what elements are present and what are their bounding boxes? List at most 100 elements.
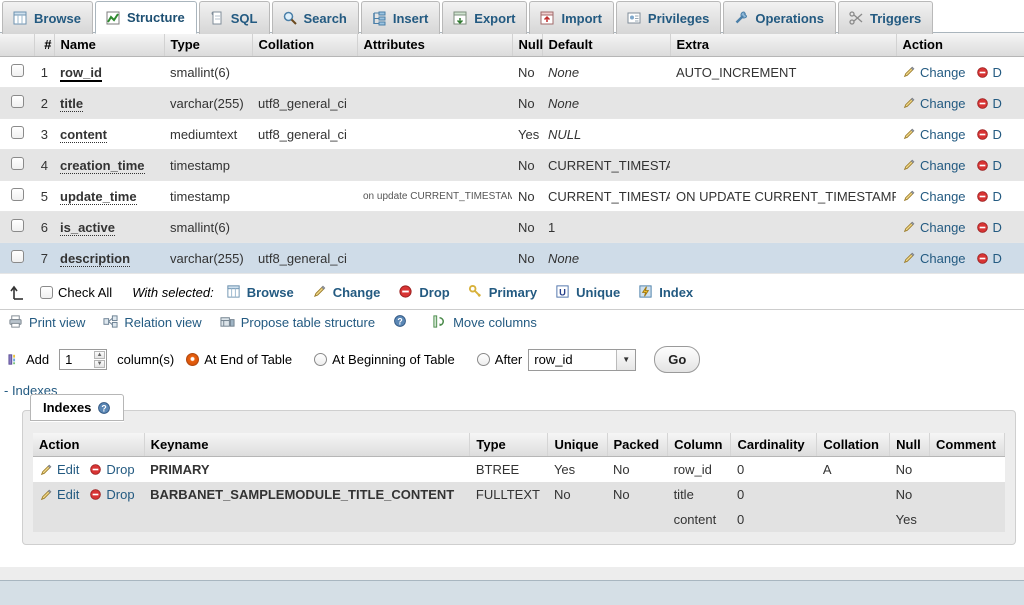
row-checkbox-cell[interactable] — [0, 211, 34, 243]
change-label[interactable]: Change — [920, 189, 966, 204]
row-drop-link[interactable]: D — [976, 65, 1002, 80]
move-columns-button[interactable]: Move columns — [432, 314, 537, 330]
after-column-select[interactable]: row_id ▼ — [528, 348, 637, 371]
col-header-num[interactable]: # — [34, 33, 55, 57]
row-checkbox[interactable] — [11, 95, 24, 108]
with-selected-browse-button[interactable]: Browse — [226, 284, 294, 300]
change-label[interactable]: Change — [920, 127, 966, 142]
help-icon[interactable]: ? — [97, 401, 111, 415]
tab-triggers[interactable]: Triggers — [837, 1, 934, 34]
position-after-option[interactable]: After row_id ▼ — [476, 348, 637, 371]
with-selected-index-button[interactable]: Index — [638, 284, 693, 300]
chevron-down-icon[interactable]: ▼ — [616, 349, 636, 370]
row-checkbox-cell[interactable] — [0, 180, 34, 212]
row-checkbox[interactable] — [11, 219, 24, 232]
column-count-input[interactable] — [59, 349, 108, 370]
row-checkbox[interactable] — [11, 188, 24, 201]
row-change-link[interactable]: Change — [902, 251, 966, 266]
column-name[interactable]: title — [54, 87, 164, 119]
row-change-link[interactable]: Change — [902, 127, 966, 142]
change-label[interactable]: Change — [920, 96, 966, 111]
row-change-link[interactable]: Change — [902, 65, 966, 80]
change-label[interactable]: Change — [920, 158, 966, 173]
change-label[interactable]: Change — [920, 251, 966, 266]
col-header-name[interactable]: Name — [54, 33, 165, 57]
drop-label[interactable]: D — [993, 189, 1002, 204]
with-selected-primary-button[interactable]: Primary — [468, 284, 537, 300]
row-drop-link[interactable]: D — [976, 251, 1002, 266]
index-drop-link[interactable]: Drop — [106, 487, 134, 502]
col-header-attributes[interactable]: Attributes — [357, 33, 513, 57]
table-row[interactable]: 4creation_timetimestamp NoCURRENT_TIMESTA… — [0, 149, 1024, 181]
row-checkbox-cell[interactable] — [0, 242, 34, 274]
row-drop-link[interactable]: D — [976, 189, 1002, 204]
row-drop-link[interactable]: D — [976, 158, 1002, 173]
col-header-type[interactable]: Type — [164, 33, 253, 57]
drop-label[interactable]: D — [993, 127, 1002, 142]
index-edit-link[interactable]: Edit — [57, 462, 79, 477]
row-checkbox-cell[interactable] — [0, 87, 34, 119]
relation-view-button[interactable]: Relation view — [103, 314, 202, 330]
row-checkbox[interactable] — [11, 64, 24, 77]
indexes-anchor-link[interactable]: - Indexes — [0, 379, 1024, 400]
drop-label[interactable]: D — [993, 96, 1002, 111]
table-row[interactable]: 2 title varchar(255) utf8_general_ci No None C… — [0, 87, 1024, 119]
with-selected-change-button[interactable]: Change — [312, 284, 380, 300]
print-view-button[interactable]: Print view — [8, 314, 85, 330]
with-selected-drop-button[interactable]: Drop — [398, 284, 450, 300]
tab-privileges[interactable]: Privileges — [615, 1, 722, 34]
position-at-beginning-option[interactable]: At Beginning of Table — [314, 352, 455, 367]
drop-label[interactable]: D — [993, 65, 1002, 80]
table-row[interactable]: 1 row_id smallint(6) No None AUTO_INCREMENT Ch… — [0, 56, 1024, 88]
col-header-extra[interactable]: Extra — [670, 33, 897, 57]
column-count-stepper[interactable]: ▲ ▼ — [59, 349, 108, 370]
check-all-checkbox[interactable] — [40, 285, 53, 299]
drop-label[interactable]: D — [993, 220, 1002, 235]
index-edit-link[interactable]: Edit — [57, 487, 79, 502]
row-checkbox-cell[interactable] — [0, 56, 34, 88]
radio-after[interactable] — [476, 353, 490, 366]
row-change-link[interactable]: Change — [902, 220, 966, 235]
row-drop-link[interactable]: D — [976, 127, 1002, 142]
go-button[interactable]: Go — [654, 346, 701, 373]
drop-label[interactable]: D — [993, 251, 1002, 266]
col-header-collation[interactable]: Collation — [252, 33, 358, 57]
col-header-default[interactable]: Default — [542, 33, 671, 57]
column-name[interactable]: content — [54, 118, 164, 150]
check-all-control[interactable]: Check All — [40, 285, 112, 300]
column-name[interactable]: description — [54, 242, 164, 274]
row-drop-link[interactable]: D — [976, 96, 1002, 111]
tab-structure[interactable]: Structure — [94, 1, 197, 34]
column-name[interactable]: creation_time — [54, 149, 164, 181]
row-checkbox-cell[interactable] — [0, 149, 34, 181]
index-drop-link[interactable]: Drop — [106, 462, 134, 477]
table-row[interactable]: 5 update_time timestamp on update CURRENT_T… — [0, 180, 1024, 212]
col-header-null[interactable]: Null — [512, 33, 543, 57]
with-selected-unique-button[interactable]: U Unique — [555, 284, 620, 300]
help-button[interactable]: ? — [393, 314, 414, 330]
row-checkbox[interactable] — [11, 126, 24, 139]
drop-label[interactable]: D — [993, 158, 1002, 173]
tab-import[interactable]: Import — [529, 1, 614, 34]
row-change-link[interactable]: Change — [902, 189, 966, 204]
propose-table-structure-button[interactable]: Propose table structure — [220, 314, 375, 330]
change-label[interactable]: Change — [920, 65, 966, 80]
position-at-end-option[interactable]: At End of Table — [186, 352, 292, 367]
row-change-link[interactable]: Change — [902, 96, 966, 111]
tab-browse[interactable]: Browse — [2, 1, 93, 34]
column-name[interactable]: is_active — [54, 211, 164, 243]
tab-insert[interactable]: Insert — [360, 1, 441, 34]
row-checkbox[interactable] — [11, 250, 24, 263]
tab-export[interactable]: Export — [442, 1, 528, 34]
column-name[interactable]: update_time — [54, 180, 164, 212]
radio-at-beginning[interactable] — [314, 353, 328, 366]
tab-search[interactable]: Search — [271, 1, 359, 34]
row-checkbox-cell[interactable] — [0, 118, 34, 150]
select-all-arrow-icon[interactable] — [8, 283, 28, 301]
table-row[interactable]: 3 content mediumtext utf8_general_ci Yes NULL… — [0, 118, 1024, 150]
tab-operations[interactable]: Operations — [723, 1, 836, 34]
tab-sql[interactable]: SQL — [198, 1, 270, 34]
table-row[interactable]: 6 is_active smallint(6) No 1 Change D — [0, 211, 1024, 243]
table-row[interactable]: 7 description varchar(255) utf8_general_ci N… — [0, 242, 1024, 274]
radio-at-end[interactable] — [186, 353, 200, 366]
